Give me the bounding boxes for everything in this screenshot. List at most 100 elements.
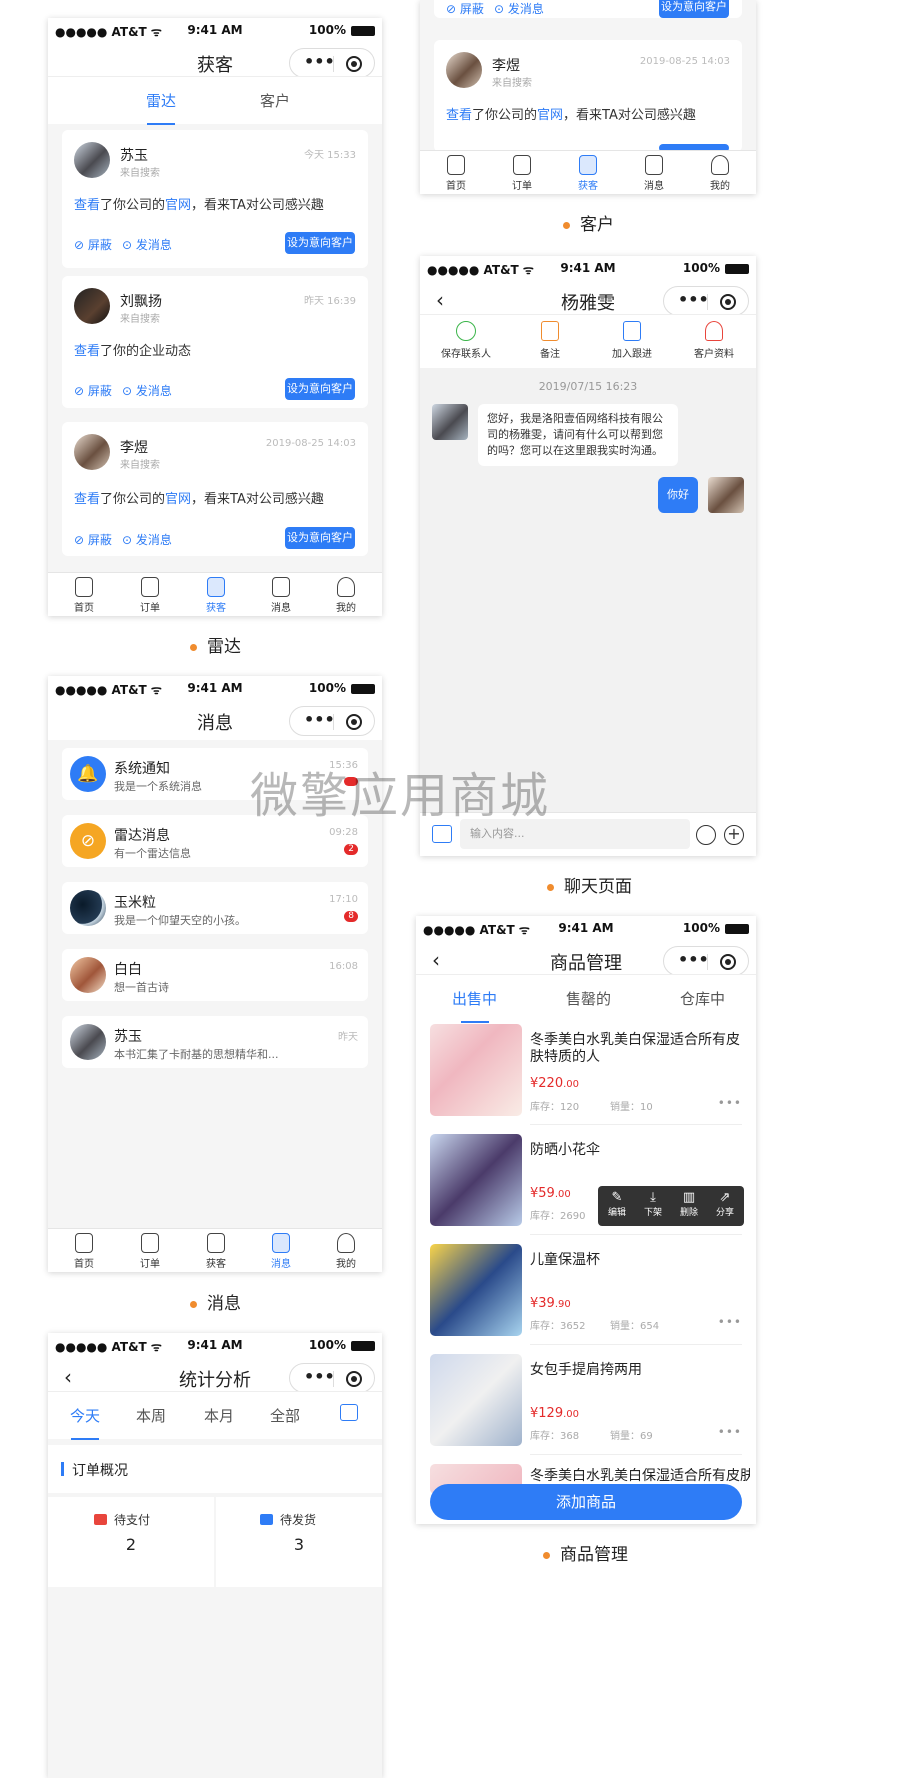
block-button[interactable]: ⊘ 屏蔽 xyxy=(446,0,484,17)
tabbar-messages[interactable]: 消息 xyxy=(634,155,674,192)
more-icon[interactable]: ••• xyxy=(678,292,709,308)
edit-button[interactable]: ✎ 编辑 xyxy=(602,1190,632,1218)
stat-label: 待发货 xyxy=(280,1513,317,1527)
message-preview: 有一个雷达信息 xyxy=(114,847,191,860)
more-icon[interactable]: ••• xyxy=(718,1425,742,1439)
tabbar-mine[interactable]: 我的 xyxy=(700,155,740,192)
tabbar-order[interactable]: 订单 xyxy=(502,155,542,192)
close-circle-icon[interactable] xyxy=(720,294,736,310)
visitor-card[interactable]: 李煜 来自搜索 2019-08-25 14:03 查看了你公司的官网，看来TA对… xyxy=(62,422,368,556)
tabbar-acquire[interactable]: 获客 xyxy=(196,1233,236,1270)
goods-tabs: 出售中 售罄的 仓库中 xyxy=(416,974,756,1023)
tabbar-mine[interactable]: 我的 xyxy=(326,577,366,614)
status-bar: ●●●●● AT&T ᯤ 9:41 AM 100% xyxy=(420,256,756,280)
section-title: 订单概况 xyxy=(72,1463,128,1479)
tab-today[interactable]: 今天 xyxy=(70,1405,100,1440)
set-intent-button[interactable]: 设为意向客户 xyxy=(285,378,355,400)
block-button[interactable]: ⊘ 屏蔽 xyxy=(74,531,112,548)
tab-radar[interactable]: 雷达 xyxy=(146,90,176,125)
set-intent-button[interactable]: 设为意向客户 xyxy=(285,527,355,549)
send-message-button[interactable]: ⊙ 发消息 xyxy=(122,236,172,253)
status-bar: ●●●●● AT&T ᯤ 9:41 AM 100% xyxy=(48,676,382,700)
message-item[interactable]: 苏玉 本书汇集了卡耐基的思想精华和... 昨天 xyxy=(62,1016,368,1068)
more-icon[interactable]: ••• xyxy=(304,1369,335,1385)
tab-sold-out[interactable]: 售罄的 xyxy=(566,988,611,1009)
emoji-icon[interactable] xyxy=(696,825,716,845)
add-product-button[interactable]: 添加商品 xyxy=(430,1484,742,1520)
message-time: 16:08 xyxy=(329,961,358,972)
stat-pending-pay[interactable]: 待支付 2 xyxy=(48,1497,214,1587)
capsule-menu[interactable]: ••• xyxy=(289,48,375,78)
share-button[interactable]: ⇗ 分享 xyxy=(710,1190,740,1218)
more-icon[interactable]: ••• xyxy=(718,1096,742,1110)
message-item[interactable]: 白白 想一首古诗 16:08 xyxy=(62,949,368,1001)
tab-on-sale[interactable]: 出售中 xyxy=(452,988,497,1023)
tabbar-order[interactable]: 订单 xyxy=(130,577,170,614)
chat-icon[interactable] xyxy=(432,825,452,843)
plus-icon[interactable]: + xyxy=(724,825,744,845)
visitor-card[interactable]: 刘飘扬 来自搜索 昨天 16:39 查看了你的企业动态 ⊘ 屏蔽 ⊙ 发消息 设… xyxy=(62,276,368,408)
product-image xyxy=(430,1024,522,1116)
visit-time: 今天 15:33 xyxy=(304,150,356,161)
set-intent-button[interactable]: 设为意向客户 xyxy=(285,232,355,254)
block-button[interactable]: ⊘ 屏蔽 xyxy=(74,382,112,399)
send-message-button[interactable]: ⊙ 发消息 xyxy=(494,0,544,17)
save-contact-button[interactable]: 保存联系人 xyxy=(434,321,498,360)
send-message-button[interactable]: ⊙ 发消息 xyxy=(122,531,172,548)
tabbar-order[interactable]: 订单 xyxy=(130,1233,170,1270)
block-button[interactable]: ⊘ 屏蔽 xyxy=(74,236,112,253)
visitor-source: 来自搜索 xyxy=(120,314,160,325)
note-button[interactable]: 备注 xyxy=(518,321,582,360)
visitor-card[interactable]: 李煜 来自搜索 2019-08-25 14:03 查看了你公司的官网，看来TA对… xyxy=(434,40,742,152)
order-icon xyxy=(141,577,159,597)
bottom-tabbar: 首页 订单 获客 消息 我的 xyxy=(420,150,756,194)
tab-customer[interactable]: 客户 xyxy=(260,90,290,111)
message-input[interactable]: 输入内容... xyxy=(460,819,690,849)
tabbar-acquire[interactable]: 获客 xyxy=(568,155,608,192)
tabbar-home[interactable]: 首页 xyxy=(64,1233,104,1270)
capsule-menu[interactable]: ••• xyxy=(663,946,749,976)
avatar xyxy=(70,890,106,926)
tabbar-home[interactable]: 首页 xyxy=(436,155,476,192)
follow-button[interactable]: 加入跟进 xyxy=(600,321,664,360)
capsule-menu[interactable]: ••• xyxy=(289,1363,375,1393)
calendar-icon[interactable] xyxy=(340,1404,358,1421)
close-circle-icon[interactable] xyxy=(346,56,362,72)
action-menu: ✎ 编辑 ⤓ 下架 ▥ 删除 ⇗ 分享 xyxy=(598,1186,744,1226)
message-item[interactable]: 玉米粒 我是一个仰望天空的小孩。 17:10 8 xyxy=(62,882,368,934)
visit-message: 查看了你公司的官网，看来TA对公司感兴趣 xyxy=(74,492,324,507)
more-icon[interactable]: ••• xyxy=(678,952,709,968)
message-item[interactable]: 🔔 系统通知 我是一个系统消息 15:36 xyxy=(62,748,368,800)
box-icon xyxy=(260,1514,273,1525)
avatar xyxy=(74,434,110,470)
close-circle-icon[interactable] xyxy=(346,714,362,730)
tab-all[interactable]: 全部 xyxy=(270,1405,300,1426)
unread-badge: 2 xyxy=(344,844,358,855)
tab-warehouse[interactable]: 仓库中 xyxy=(680,988,725,1009)
visitor-card[interactable]: 苏玉 来自搜索 今天 15:33 查看了你公司的官网，看来TA对公司感兴趣 ⊘ … xyxy=(62,130,368,268)
tabbar-mine[interactable]: 我的 xyxy=(326,1233,366,1270)
tabbar-home[interactable]: 首页 xyxy=(64,577,104,614)
set-intent-button[interactable]: 设为意向客户 xyxy=(659,0,729,18)
tab-month[interactable]: 本月 xyxy=(204,1405,234,1426)
delete-button[interactable]: ▥ 删除 xyxy=(674,1190,704,1218)
more-icon[interactable]: ••• xyxy=(304,54,335,70)
bottom-tabbar: 首页 订单 获客 消息 我的 xyxy=(48,1228,382,1272)
tab-week[interactable]: 本周 xyxy=(136,1405,166,1426)
visitor-card-partial[interactable]: ⊘ 屏蔽 ⊙ 发消息 设为意向客户 xyxy=(434,0,742,18)
stat-pending-ship[interactable]: 待发货 3 xyxy=(216,1497,382,1587)
profile-button[interactable]: 客户资料 xyxy=(682,321,746,360)
message-item[interactable]: ⊘ 雷达消息 有一个雷达信息 09:28 2 xyxy=(62,815,368,867)
more-icon[interactable]: ••• xyxy=(718,1315,742,1329)
capsule-menu[interactable]: ••• xyxy=(289,706,375,736)
close-circle-icon[interactable] xyxy=(346,1371,362,1387)
more-icon[interactable]: ••• xyxy=(304,712,335,728)
send-message-button[interactable]: ⊙ 发消息 xyxy=(122,382,172,399)
tabbar-messages[interactable]: 消息 xyxy=(261,577,301,614)
message-preview: 本书汇集了卡耐基的思想精华和... xyxy=(114,1048,279,1061)
tabbar-messages[interactable]: 消息 xyxy=(261,1233,301,1270)
capsule-menu[interactable]: ••• xyxy=(663,286,749,316)
tabbar-acquire[interactable]: 获客 xyxy=(196,577,236,614)
close-circle-icon[interactable] xyxy=(720,954,736,970)
delist-button[interactable]: ⤓ 下架 xyxy=(638,1190,668,1218)
